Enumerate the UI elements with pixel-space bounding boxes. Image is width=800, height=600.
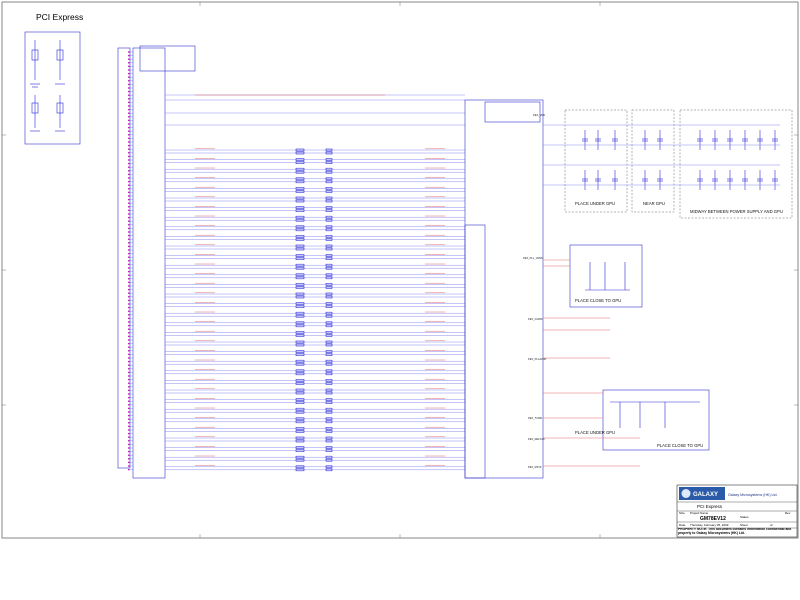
- net-pex-refclk: PEX_REFCLK: [528, 437, 545, 441]
- note-place-under-gpu-1: PLACE UNDER GPU: [575, 201, 615, 206]
- galaxy-logo: GALAXY: [693, 492, 718, 498]
- sheet-title: PCI Express: [36, 12, 83, 22]
- pll-filter-box: PLACE CLOSE TO GPU: [569, 244, 643, 308]
- status-label: Status: [740, 515, 749, 519]
- note-place-under-gpu-2: PLACE UNDER GPU: [575, 430, 615, 435]
- net-pex-ioarf: PEX_IOARF: [528, 317, 543, 321]
- border-ticks: [2, 2, 798, 538]
- connector-pins: [128, 51, 133, 471]
- of-label: of: [770, 523, 773, 527]
- date-value: Thursday, February 05, 2009: [690, 523, 729, 527]
- filter-circuit-box: [24, 31, 81, 145]
- note-place-close-gpu-1: PLACE CLOSE TO GPU: [575, 298, 621, 303]
- decoupling-caps-midway: MIDWAY BETWEEN POWER SUPPLY AND GPU: [679, 109, 793, 219]
- project-label: Project Name: [690, 511, 709, 515]
- decoupling-caps-under-gpu: PLACE UNDER GPU: [564, 109, 628, 213]
- decoupling-caps-near-gpu: NEAR GPU: [631, 109, 675, 213]
- sheet-border: [1, 1, 799, 539]
- property-notice: PROPERTY NOTE: This document contains in…: [678, 528, 792, 535]
- note-near-gpu: NEAR GPU: [643, 201, 665, 206]
- net-pex-tcrif: PEX_TCRIF: [528, 416, 543, 420]
- model-name: GM78EV12: [700, 516, 726, 522]
- net-pex-rst: PEX_RST#: [528, 465, 542, 469]
- date-label: Date: [679, 523, 686, 527]
- title-block-sheet-title: PCI Express: [697, 504, 723, 509]
- net-pex-pll-hvdd: PEX_PLL_HVDD: [523, 256, 543, 260]
- rev-label: Rev: [785, 511, 791, 515]
- capacitor-array: [543, 124, 780, 190]
- size-label: Size: [679, 511, 685, 515]
- company-name: Galaxy Microsystems (HK) Ltd.: [728, 493, 778, 497]
- pcie-edge-connector: [117, 47, 166, 479]
- termination-box: PLACE UNDER GPU PLACE CLOSE TO GPU: [575, 389, 710, 451]
- net-pex-pllavdd: PEX_PLLAVDD: [528, 357, 546, 361]
- sheet-label: Sheet: [740, 523, 748, 527]
- note-midway: MIDWAY BETWEEN POWER SUPPLY AND GPU: [690, 209, 783, 214]
- right-net-wires: [543, 259, 640, 467]
- schematic-sheet: PCI Express PLACE UNDER GPU NEAR GPU MID…: [1, 1, 799, 539]
- net-pex-vdd: PEX_VDD: [533, 113, 545, 117]
- gpu-pex-block: [464, 99, 544, 479]
- pcie-lane-traces: [165, 94, 465, 472]
- title-block: GALAXY Galaxy Microsystems (HK) Ltd. PCI…: [676, 484, 798, 538]
- note-place-close-gpu-2: PLACE CLOSE TO GPU: [657, 443, 703, 448]
- ic-top-left: [139, 45, 196, 72]
